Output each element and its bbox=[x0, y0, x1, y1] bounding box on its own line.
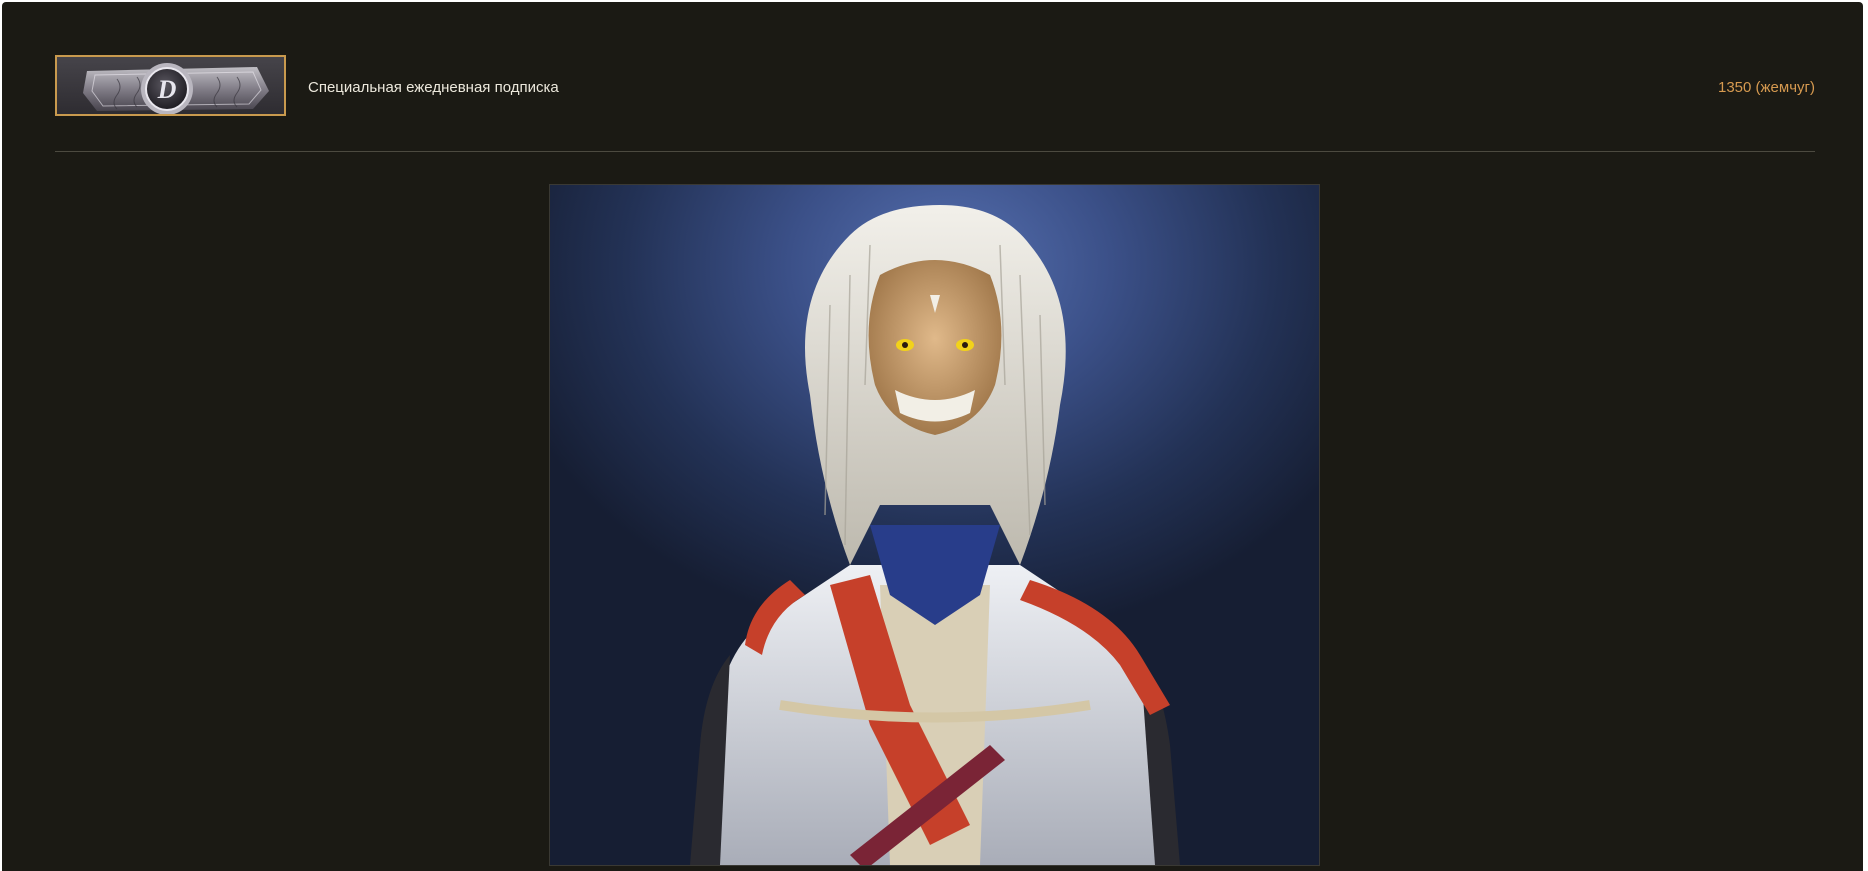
header-divider bbox=[55, 151, 1815, 152]
product-title: Специальная ежедневная подписка bbox=[308, 79, 559, 96]
product-panel: D Специальная ежедневная подписка 1350 (… bbox=[2, 2, 1863, 871]
thumbnail-letter: D bbox=[157, 75, 177, 104]
silver-ring-D-emblem-icon: D bbox=[83, 63, 269, 114]
product-thumbnail[interactable]: D bbox=[55, 55, 286, 116]
character-illustration bbox=[690, 205, 1180, 865]
product-header: D Специальная ежедневная подписка 1350 (… bbox=[55, 55, 1815, 121]
product-price: 1350 (жемчуг) bbox=[1717, 79, 1815, 96]
costume-artwork bbox=[549, 184, 1320, 866]
